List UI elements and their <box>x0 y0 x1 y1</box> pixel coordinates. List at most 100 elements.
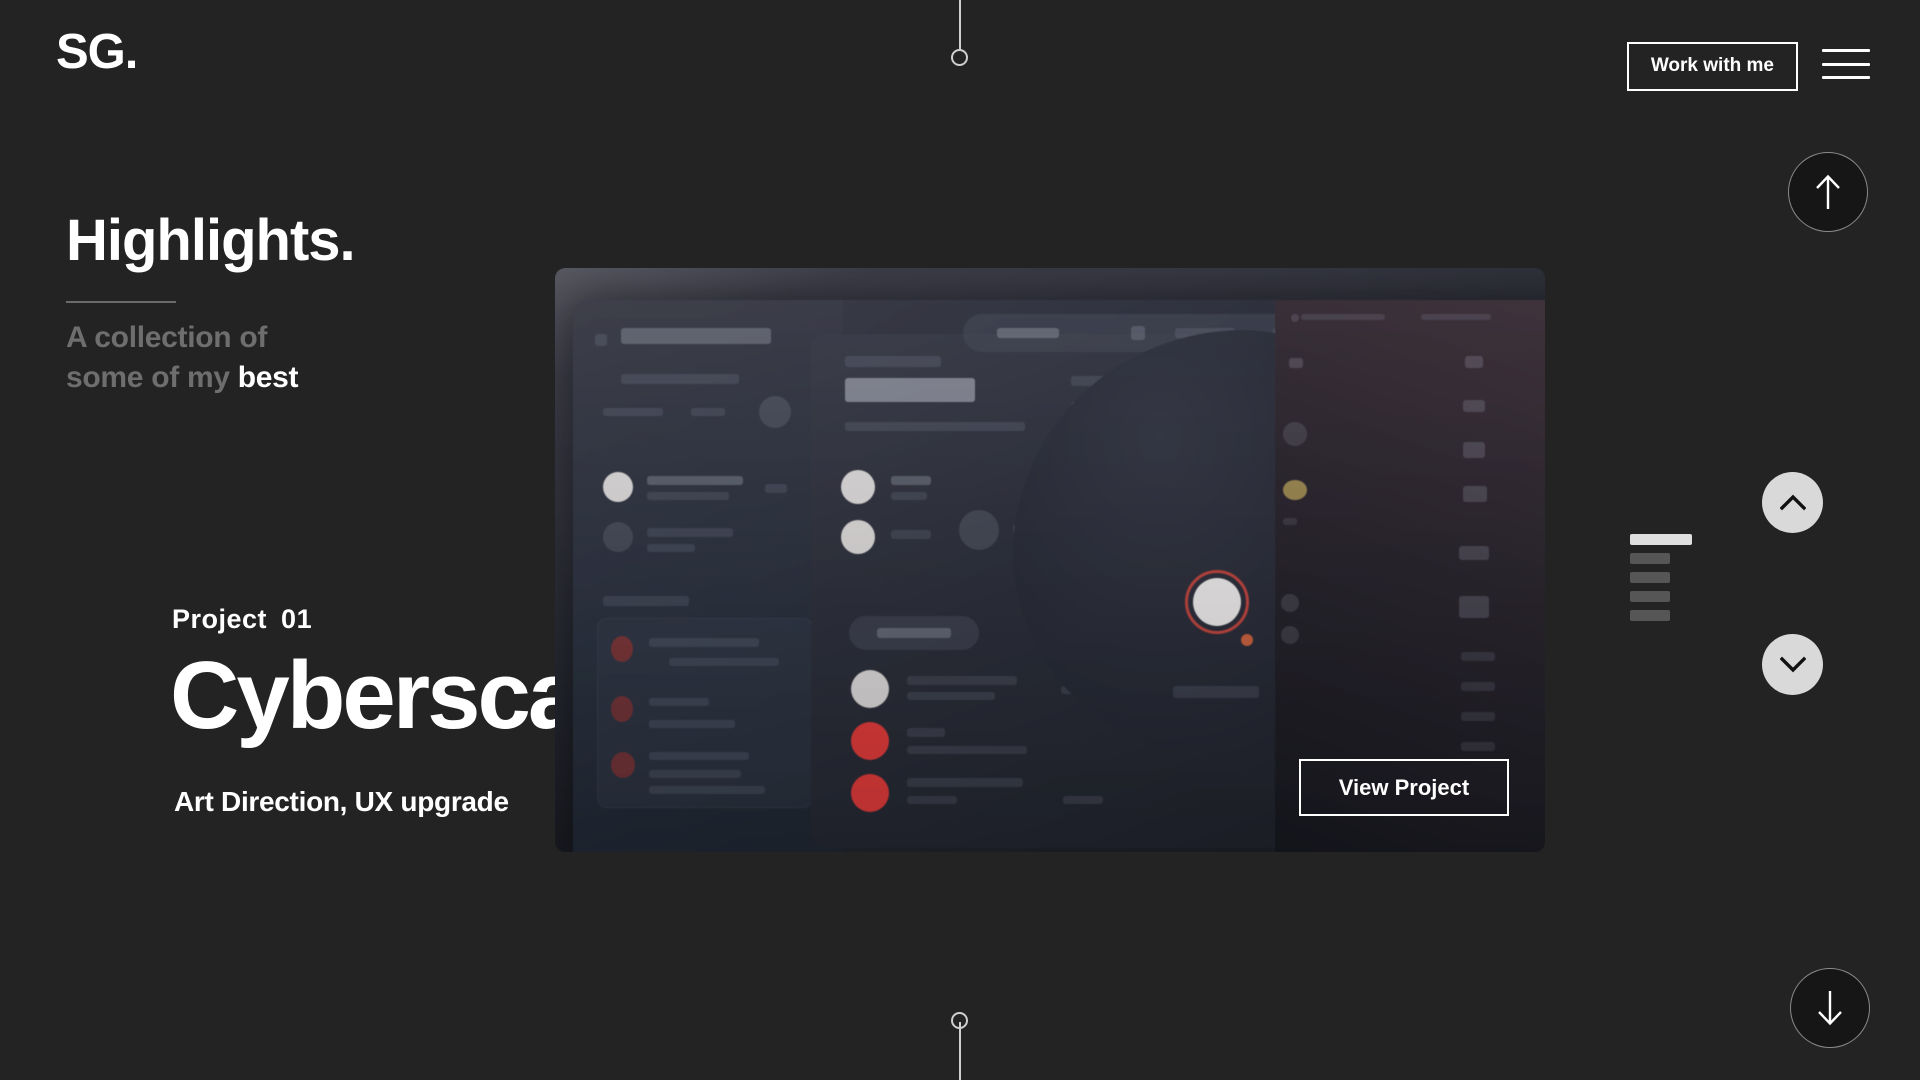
mockup-right-icon-b <box>1283 422 1307 446</box>
hamburger-bar-3 <box>1822 76 1870 79</box>
mockup-list-badge-1 <box>765 484 787 493</box>
mockup-center-row-title-1 <box>891 476 931 485</box>
arrow-up-icon <box>1816 174 1840 209</box>
mockup-meta-a <box>603 408 663 416</box>
mockup-left-panel <box>573 300 843 852</box>
mockup-card-icon-1 <box>611 636 633 662</box>
mockup-contact-avatar-2 <box>851 722 889 760</box>
mockup-tab-1 <box>997 328 1059 338</box>
mockup-contact-title-1 <box>907 676 1017 685</box>
mockup-contact-meta-3 <box>1063 796 1103 804</box>
subtitle-line-2: some of my best <box>66 358 299 398</box>
mockup-right-label-a <box>1283 518 1297 525</box>
mockup-meta-b <box>691 408 725 416</box>
scroll-to-top-button[interactable] <box>1788 152 1868 232</box>
mockup-sidebar-label-4 <box>1461 742 1495 751</box>
bottom-center-line <box>959 1022 961 1080</box>
pagination-bar-2[interactable] <box>1630 553 1670 564</box>
mockup-contact-title-2 <box>907 728 945 737</box>
title-divider <box>66 301 176 303</box>
mockup-right-icon-a <box>1289 358 1303 368</box>
mockup-contact-avatar-3 <box>851 774 889 812</box>
arrow-down-icon <box>1818 991 1842 1026</box>
mockup-card-text-2 <box>669 658 779 666</box>
mockup-sidebar-icon-5 <box>1459 546 1489 560</box>
project-number: 01 <box>281 604 313 634</box>
mockup-sidebar-icon-3 <box>1463 442 1485 458</box>
mockup-hero-avatar-ring <box>1185 570 1249 634</box>
mockup-center-avatar-1 <box>841 470 875 504</box>
mockup-center-row-sub-1 <box>891 492 927 500</box>
mockup-center-avatar-2 <box>841 520 875 554</box>
mockup-hero-avatar <box>1193 578 1241 626</box>
mockup-contact-sub-2 <box>907 746 1027 754</box>
mockup-card-text-1 <box>649 638 759 647</box>
hamburger-bar-1 <box>1822 49 1870 52</box>
project-pagination[interactable] <box>1630 534 1692 629</box>
mockup-right-rule-1 <box>1301 314 1385 320</box>
mockup-hero-status-dot <box>1241 634 1253 646</box>
project-label: Project 01 <box>172 604 312 635</box>
prev-project-button[interactable] <box>1762 472 1823 533</box>
mockup-list-avatar-1 <box>603 472 633 502</box>
subtitle-line-1: A collection of <box>66 321 268 354</box>
mockup-right-dot <box>1291 314 1299 322</box>
mockup-center-action-icon <box>959 510 999 550</box>
work-with-me-button[interactable]: Work with me <box>1626 42 1798 91</box>
mockup-center-subtext <box>845 422 1025 431</box>
pagination-bar-4[interactable] <box>1630 591 1670 602</box>
hamburger-bar-2 <box>1822 62 1870 66</box>
view-project-button[interactable]: View Project <box>1299 759 1509 816</box>
mockup-right-rule-2 <box>1421 314 1491 320</box>
mockup-list-sub-1 <box>647 492 729 500</box>
mockup-hero-caption <box>1173 686 1259 698</box>
mockup-card-icon-2 <box>611 696 633 722</box>
subtitle-line-2-text: some of my <box>66 360 238 394</box>
subtitle-accent-word: best <box>237 360 299 394</box>
mockup-contact-sub-3 <box>907 796 957 804</box>
page-subtitle: A collection of some of my best <box>66 318 299 398</box>
mockup-contact-title-3 <box>907 778 1023 787</box>
pagination-bar-3[interactable] <box>1630 572 1670 583</box>
page-title: Highlights. <box>66 208 356 273</box>
mockup-right-icon-d <box>1281 594 1299 612</box>
chevron-up-icon <box>1779 494 1806 511</box>
mockup-contact-sub-1 <box>907 692 995 700</box>
portfolio-highlights-page: SG. Work with me Highlights. A collectio… <box>0 0 1920 1080</box>
pagination-bar-5[interactable] <box>1630 610 1670 621</box>
mockup-card-text-3 <box>649 698 709 706</box>
mockup-card-text-7 <box>649 786 765 794</box>
mockup-card-text-6 <box>649 770 741 778</box>
mockup-card-text-4 <box>649 720 735 728</box>
scroll-down-button[interactable] <box>1790 968 1870 1048</box>
mockup-list-sub-2 <box>647 544 695 552</box>
hamburger-menu-icon[interactable] <box>1822 49 1870 79</box>
mockup-right-icon-c <box>1283 480 1307 500</box>
mockup-contact-avatar-1 <box>851 670 889 708</box>
mockup-section-heading <box>603 596 689 606</box>
mockup-sidebar-icon-1 <box>1465 356 1483 368</box>
mockup-center-pill-label <box>877 628 951 638</box>
project-label-text: Project <box>172 604 268 634</box>
mockup-sidebar-icon-4 <box>1463 486 1487 502</box>
mockup-sidebar-label-2 <box>1461 682 1495 691</box>
mockup-list-title-2 <box>647 528 733 537</box>
mockup-panel-heading <box>621 328 771 344</box>
mockup-panel-subtext <box>621 374 739 384</box>
mockup-card-text-5 <box>649 752 749 760</box>
next-project-button[interactable] <box>1762 634 1823 695</box>
mockup-right-icon-e <box>1281 626 1299 644</box>
project-tagline: Art Direction, UX upgrade <box>174 786 509 817</box>
mockup-back-chevron-icon <box>595 334 607 346</box>
mockup-sidebar-label-1 <box>1461 652 1495 661</box>
mockup-list-title-1 <box>647 476 743 485</box>
mockup-center-row-title-2 <box>891 530 931 539</box>
mockup-sidebar-icon-2 <box>1463 400 1485 412</box>
site-logo[interactable]: SG. <box>56 28 138 77</box>
mockup-card-icon-3 <box>611 752 635 778</box>
pagination-bar-1[interactable] <box>1630 534 1692 545</box>
mockup-sidebar-label-3 <box>1461 712 1495 721</box>
mockup-list-avatar-2 <box>603 522 633 552</box>
chevron-down-icon <box>1779 656 1806 673</box>
mockup-center-heading <box>845 378 975 402</box>
